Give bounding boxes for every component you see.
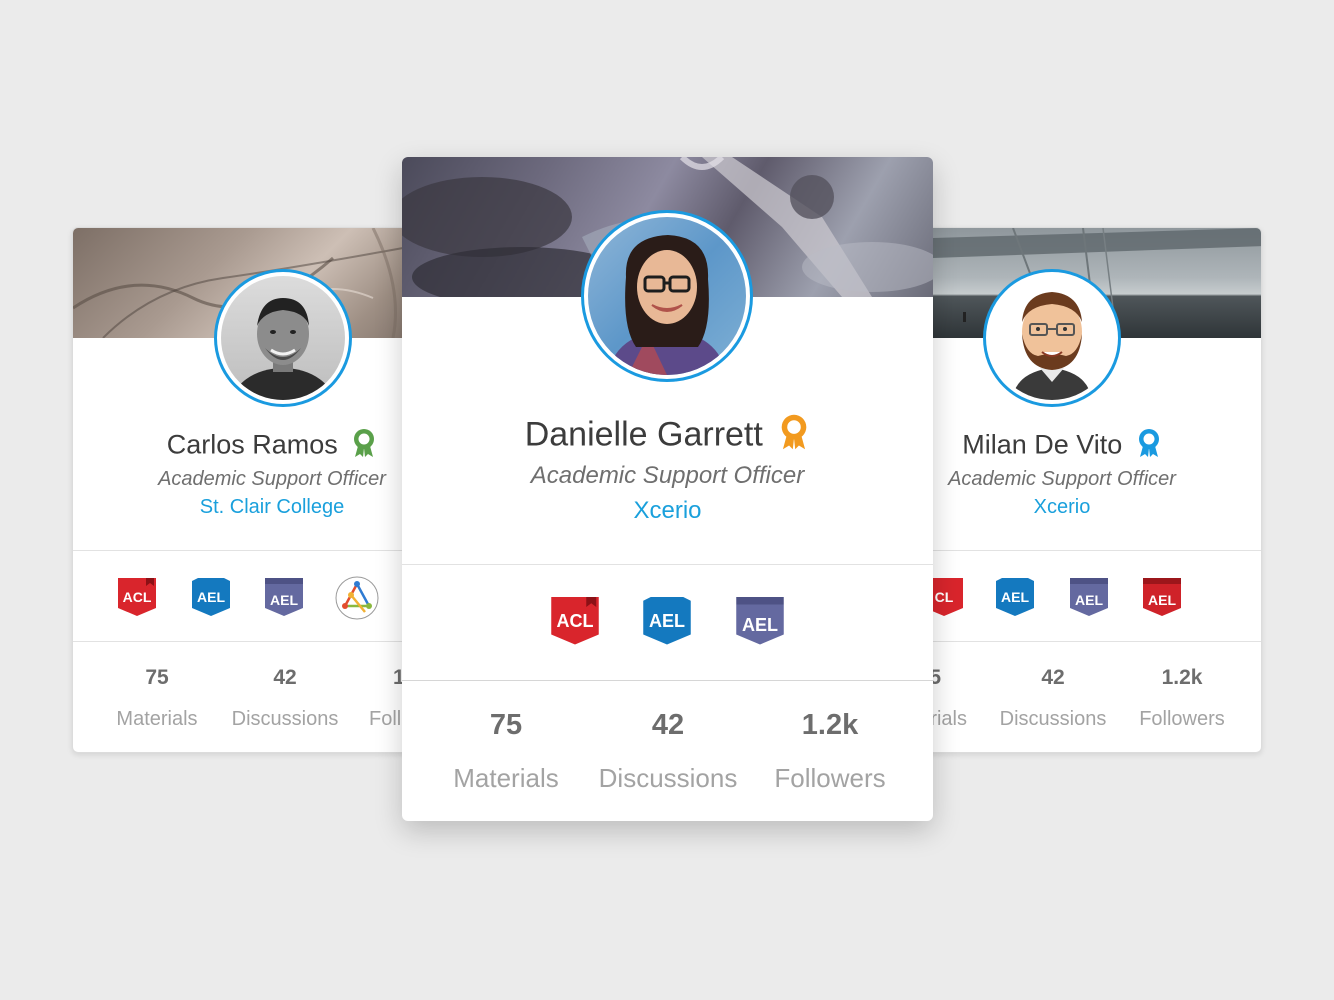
ael-badge-label: AEL: [742, 615, 778, 635]
award-ribbon-icon: [1136, 428, 1162, 465]
ael-badge-purple[interactable]: AEL: [736, 597, 784, 647]
stat-value: 1.2k: [1161, 666, 1203, 689]
stat-label: Discussions: [999, 708, 1107, 730]
profile-name-row: Danielle Garrett: [402, 413, 933, 460]
award-ribbon-icon: [351, 428, 377, 465]
network-logo-icon[interactable]: [335, 576, 379, 620]
profile-role: Academic Support Officer: [530, 462, 805, 489]
stat-label: Materials: [453, 763, 559, 793]
stat-value: 42: [651, 709, 685, 741]
avatar[interactable]: [581, 210, 753, 382]
ael-badge-purple[interactable]: AEL: [1070, 578, 1108, 618]
profile-name: Carlos Ramos: [166, 429, 338, 460]
stat-label: Followers: [1139, 708, 1225, 730]
stat-discussions[interactable]: 42 Discussions: [583, 709, 753, 799]
ael-badge[interactable]: AEL: [996, 578, 1034, 618]
profile-card-danielle[interactable]: Danielle Garrett Academic Support Office…: [402, 157, 933, 821]
stat-label: Discussions: [598, 763, 738, 793]
stat-value: 42: [1041, 666, 1065, 689]
ael-badge-label: AEL: [1148, 592, 1176, 608]
avatar[interactable]: [214, 269, 352, 407]
stat-label: Followers: [774, 763, 886, 793]
acl-badge[interactable]: ACL: [551, 597, 599, 647]
stat-followers[interactable]: 1.2k Followers: [745, 709, 915, 799]
stat-materials[interactable]: 75 Materials: [87, 666, 227, 736]
stat-value: 1.2k: [801, 709, 859, 741]
ael-badge-label: AEL: [197, 589, 225, 605]
ael-badge-label: AEL: [649, 611, 685, 631]
stat-materials[interactable]: 75 Materials: [421, 709, 591, 799]
profile-org-link[interactable]: Xcerio: [402, 497, 933, 525]
award-ribbon-icon: [778, 413, 810, 460]
stat-discussions[interactable]: 42 Discussions: [215, 666, 355, 736]
ael-badge-label: AEL: [1075, 592, 1103, 608]
profile-name: Danielle Garrett: [524, 415, 763, 454]
profile-name: Milan De Vito: [962, 429, 1123, 460]
stat-value: 75: [145, 666, 169, 689]
ael-badge-label: AEL: [1001, 589, 1029, 605]
stat-label: Materials: [116, 708, 198, 730]
stat-value: 42: [273, 666, 297, 689]
avatar[interactable]: [983, 269, 1121, 407]
acl-badge-label: ACL: [122, 589, 152, 605]
ael-badge[interactable]: AEL: [192, 578, 230, 618]
stat-value: 75: [489, 709, 523, 741]
acl-badge-label: ACL: [556, 611, 594, 631]
stat-discussions[interactable]: 42 Discussions: [983, 666, 1123, 736]
divider: [402, 680, 933, 681]
badge-row: ACL AEL AEL: [402, 597, 933, 649]
divider: [402, 564, 933, 565]
ael-badge[interactable]: AEL: [643, 597, 691, 647]
stat-label: Discussions: [231, 708, 339, 730]
stat-followers[interactable]: 1.2k Followers: [1112, 666, 1252, 736]
ael-badge-purple[interactable]: AEL: [265, 578, 303, 618]
ael-badge-red[interactable]: AEL: [1143, 578, 1181, 618]
acl-badge[interactable]: ACL: [118, 578, 156, 618]
ael-badge-label: AEL: [270, 592, 298, 608]
